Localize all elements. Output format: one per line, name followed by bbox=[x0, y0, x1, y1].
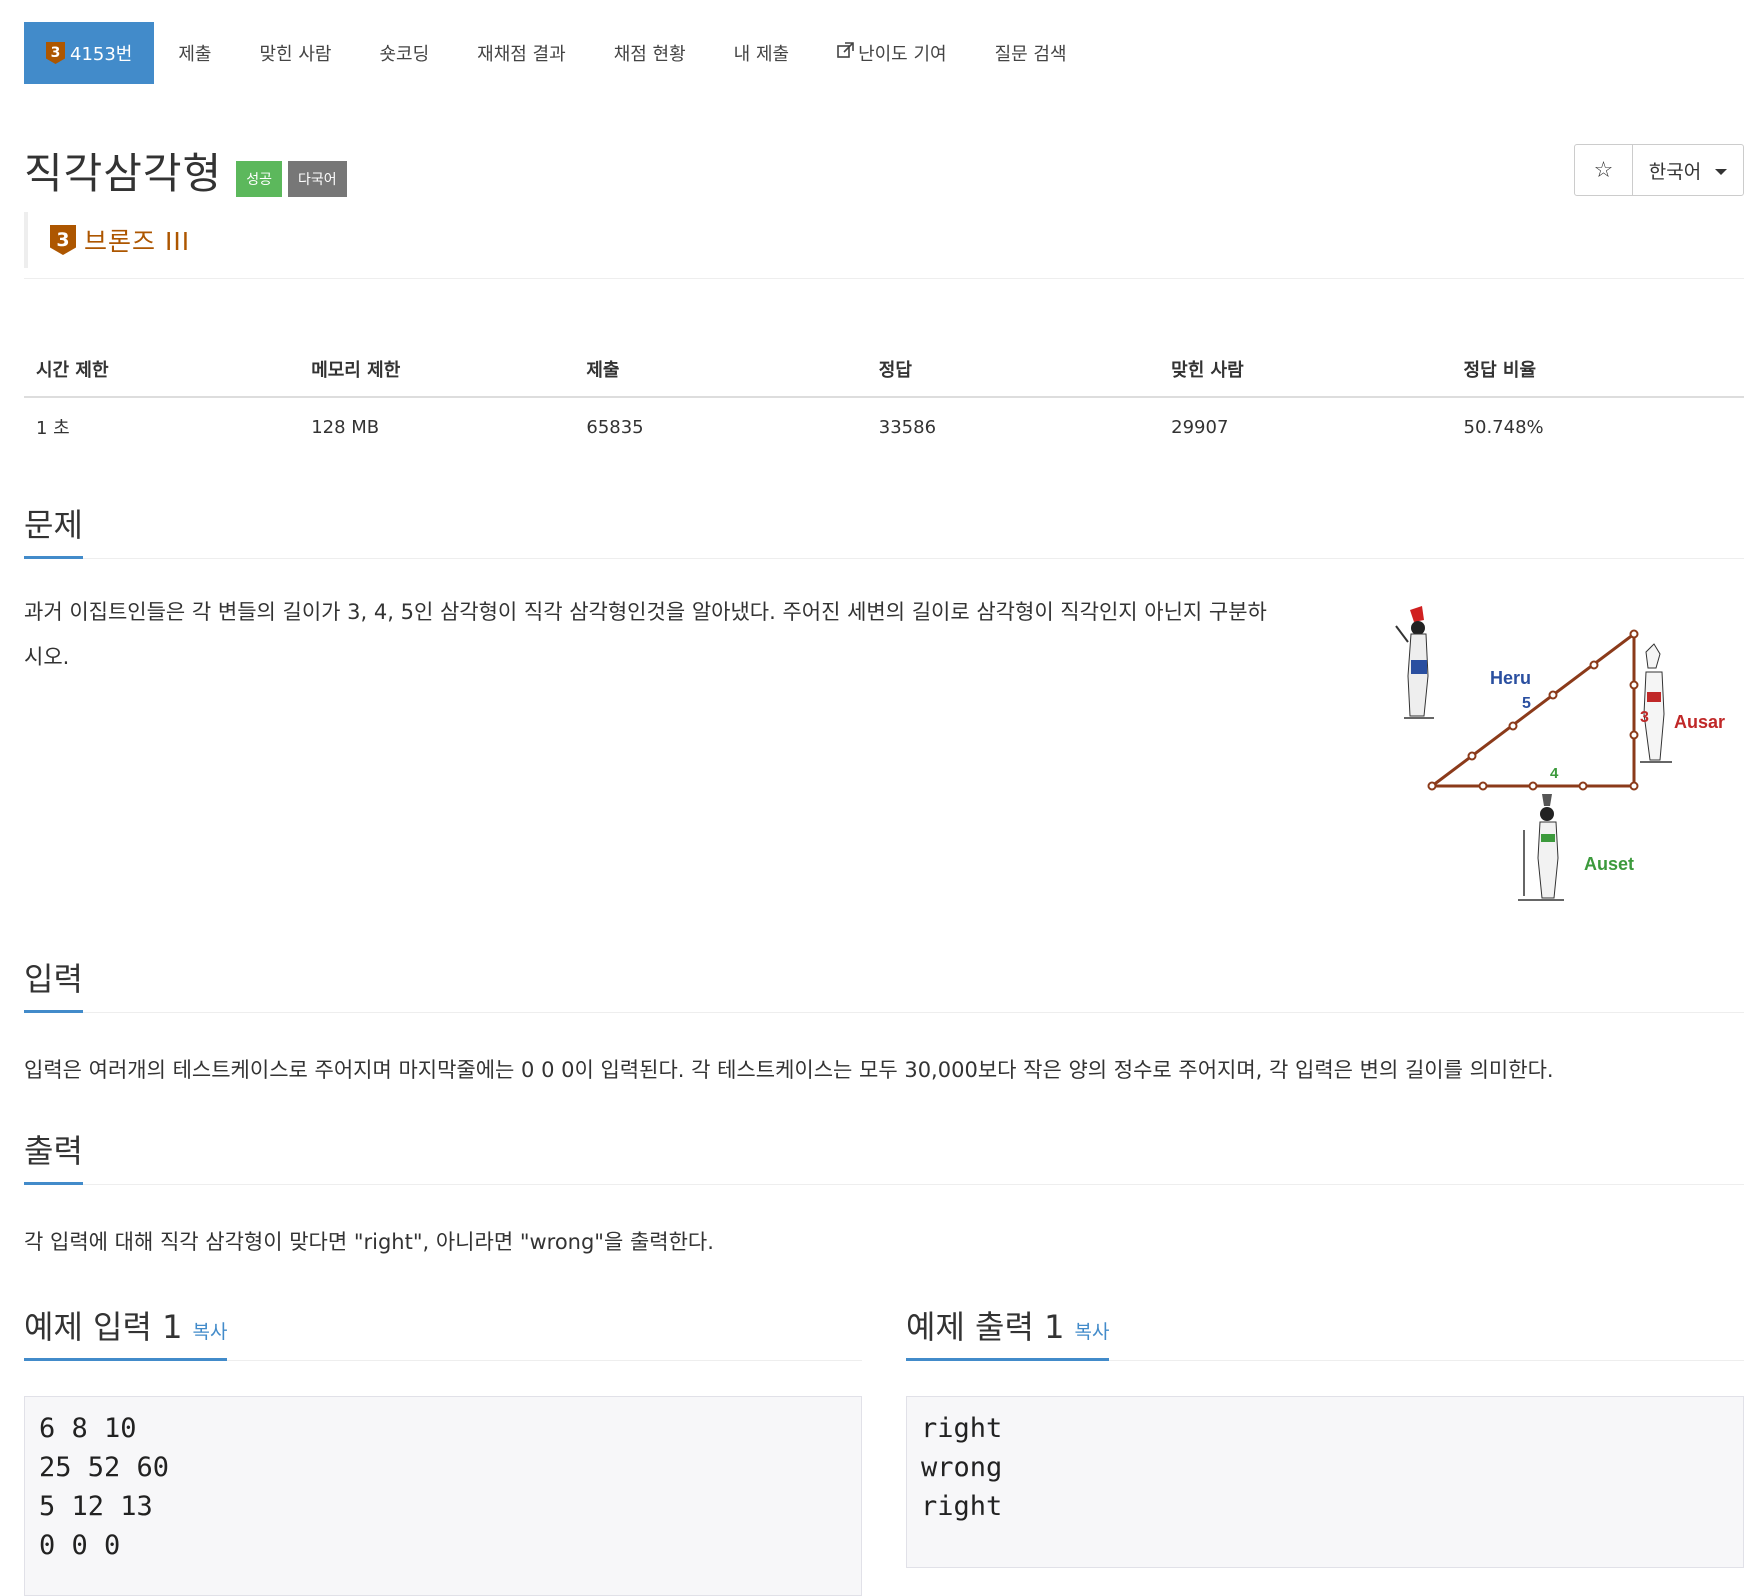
heru-label: Heru bbox=[1490, 668, 1531, 688]
heru-figure bbox=[1395, 606, 1434, 719]
tab-problem[interactable]: 3 4153번 bbox=[24, 22, 155, 84]
auset-figure bbox=[1518, 794, 1564, 901]
side-3-label: 3 bbox=[1640, 709, 1649, 726]
status-badge-success: 성공 bbox=[236, 160, 282, 197]
header-memory-limit: 메모리 제한 bbox=[299, 344, 575, 398]
description-line: 과거 이집트인들은 각 변들의 길이가 3, 4, 5인 삼각형이 직각 삼각형… bbox=[24, 600, 1267, 624]
accept-ratio-value: 50.748% bbox=[1463, 416, 1544, 438]
tier-name[interactable]: 브론즈 III bbox=[84, 222, 190, 258]
ausar-figure bbox=[1640, 643, 1672, 763]
bronze-tier-icon: 3 bbox=[50, 225, 76, 255]
memory-limit-value: 128 MB bbox=[311, 416, 380, 438]
sample-output-heading: 예제 출력 1 복사 bbox=[906, 1302, 1110, 1361]
problem-info-table: 시간 제한 메모리 제한 제출 정답 맞힌 사람 정답 비율 1 초 128 M… bbox=[24, 344, 1744, 456]
auset-label: Auset bbox=[1584, 854, 1634, 874]
bronze-tier-icon: 3 bbox=[46, 42, 65, 64]
description-title: 문제 bbox=[24, 500, 83, 559]
side-5-label: 5 bbox=[1522, 695, 1531, 712]
solved-users-value: 29907 bbox=[1171, 416, 1229, 438]
table-header-row: 시간 제한 메모리 제한 제출 정답 맞힌 사람 정답 비율 bbox=[24, 344, 1744, 398]
accepted-value: 33586 bbox=[878, 416, 937, 438]
language-selector-group: ☆ 한국어 bbox=[1574, 144, 1744, 196]
problem-menu: 3 4153번 제출 맞힌 사람 숏코딩 재채점 결과 채점 현황 내 제출 난… bbox=[24, 22, 1091, 84]
copy-sample-output-button[interactable]: 복사 bbox=[1074, 1321, 1109, 1343]
language-label: 한국어 bbox=[1648, 160, 1702, 183]
header-time-limit: 시간 제한 bbox=[24, 344, 300, 398]
tab-solved-users[interactable]: 맞힌 사람 bbox=[236, 22, 356, 84]
input-title: 입력 bbox=[24, 954, 83, 1013]
header-accepted: 정답 bbox=[866, 344, 1160, 398]
sample-output-title: 예제 출력 1 bbox=[906, 1308, 1065, 1346]
problem-title-row: 직각삼각형 성공 다국어 bbox=[24, 140, 347, 201]
status-badge-multilang: 다국어 bbox=[287, 160, 347, 197]
sample-input-box[interactable]: 6 8 10 25 52 60 5 12 13 0 0 0 bbox=[24, 1396, 862, 1596]
rope-triangle bbox=[1427, 629, 1639, 791]
sample-input-header: 예제 입력 1 복사 bbox=[24, 1302, 862, 1361]
ausar-label: Ausar bbox=[1674, 712, 1725, 732]
header-accept-ratio: 정답 비율 bbox=[1451, 344, 1744, 398]
caret-down-icon bbox=[1715, 168, 1728, 175]
header-solved-users: 맞힌 사람 bbox=[1159, 344, 1452, 398]
sample-input-title: 예제 입력 1 bbox=[24, 1308, 183, 1346]
header-submissions: 제출 bbox=[574, 344, 867, 398]
page-title: 직각삼각형 bbox=[24, 149, 223, 198]
output-title: 출력 bbox=[24, 1126, 83, 1185]
sample-input-heading: 예제 입력 1 복사 bbox=[24, 1302, 228, 1361]
tab-short-coding[interactable]: 숏코딩 bbox=[355, 22, 453, 84]
tab-judge-status[interactable]: 채점 현황 bbox=[590, 22, 710, 84]
tab-question-search[interactable]: 질문 검색 bbox=[971, 22, 1091, 84]
tier-info: 3 브론즈 III bbox=[24, 212, 190, 268]
star-icon[interactable]: ☆ bbox=[1575, 145, 1633, 195]
tab-difficulty-contribution[interactable]: 난이도 기여 bbox=[813, 22, 971, 84]
description-line: 시오. bbox=[24, 645, 70, 669]
time-limit-value: 1 초 bbox=[36, 418, 70, 439]
tab-problem-label: 4153번 bbox=[70, 44, 133, 65]
divider bbox=[24, 278, 1744, 279]
external-link-icon bbox=[837, 42, 854, 64]
side-4-label: 4 bbox=[1550, 765, 1559, 782]
egyptian-triangle-figure: Heru 5 3 Ausar 4 Auset bbox=[1395, 606, 1725, 901]
input-header: 입력 bbox=[24, 954, 1744, 1013]
sample-output-header: 예제 출력 1 복사 bbox=[906, 1302, 1744, 1361]
copy-sample-input-button[interactable]: 복사 bbox=[192, 1321, 227, 1343]
sample-output-box[interactable]: right wrong right bbox=[906, 1396, 1744, 1568]
tab-rejudge-results[interactable]: 재채점 결과 bbox=[453, 22, 590, 84]
description-header: 문제 bbox=[24, 500, 1744, 559]
submissions-value: 65835 bbox=[586, 416, 644, 438]
tab-submit[interactable]: 제출 bbox=[154, 22, 235, 84]
tab-difficulty-label: 난이도 기여 bbox=[858, 44, 947, 65]
output-header: 출력 bbox=[24, 1126, 1744, 1185]
language-dropdown[interactable]: 한국어 bbox=[1633, 145, 1743, 195]
description-body: 과거 이집트인들은 각 변들의 길이가 3, 4, 5인 삼각형이 직각 삼각형… bbox=[24, 590, 1364, 680]
input-body: 입력은 여러개의 테스트케이스로 주어지며 마지막줄에는 0 0 0이 입력된다… bbox=[24, 1058, 1554, 1082]
tab-my-submissions[interactable]: 내 제출 bbox=[710, 22, 813, 84]
table-row: 1 초 128 MB 65835 33586 29907 50.748% bbox=[24, 397, 1744, 456]
output-body: 각 입력에 대해 직각 삼각형이 맞다면 "right", 아니라면 "wron… bbox=[24, 1230, 714, 1254]
